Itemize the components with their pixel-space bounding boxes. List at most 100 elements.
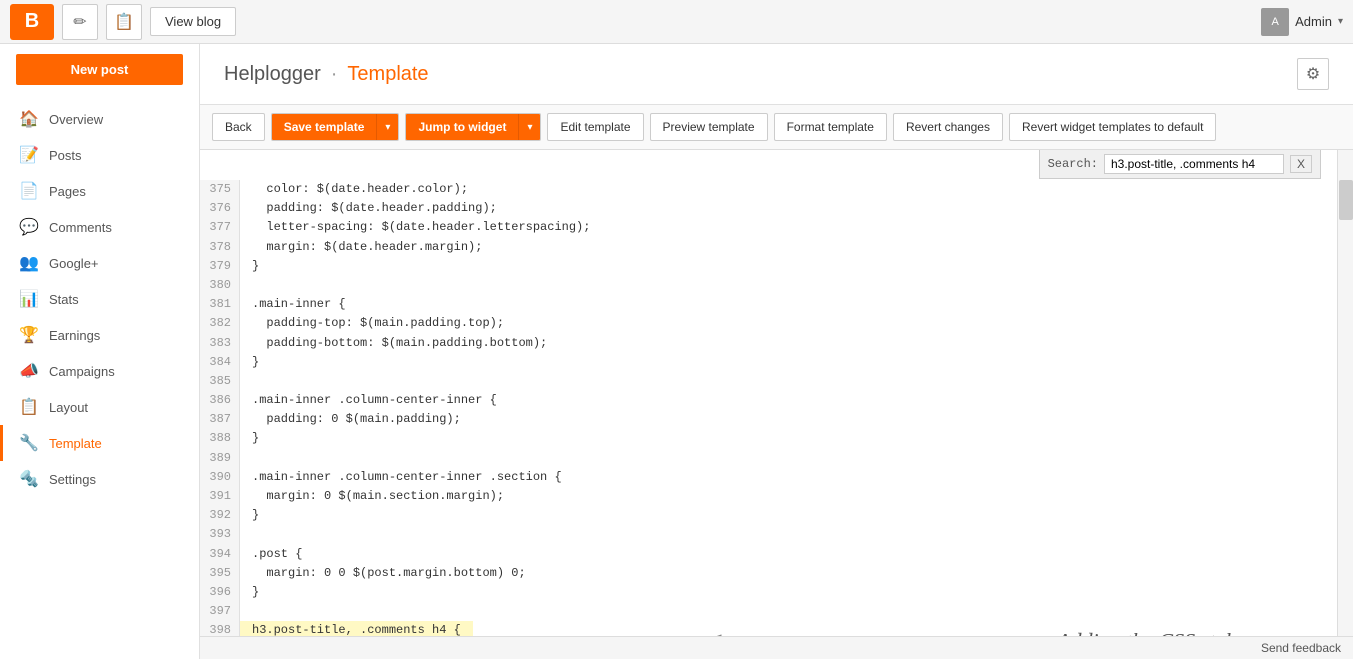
sidebar-item-googleplus[interactable]: 👥 Google+ — [0, 245, 199, 281]
sidebar-item-label: Settings — [49, 472, 96, 487]
sidebar-item-posts[interactable]: 📝 Posts — [0, 137, 199, 173]
table-row: 390.main-inner .column-center-inner .sec… — [200, 468, 1337, 487]
sidebar-item-pages[interactable]: 📄 Pages — [0, 173, 199, 209]
sidebar-item-template[interactable]: 🔧 Template — [0, 425, 199, 461]
table-row: 383 padding-bottom: $(main.padding.botto… — [200, 334, 1337, 353]
edit-template-button[interactable]: Edit template — [547, 113, 643, 141]
jump-widget-button[interactable]: Jump to widget — [406, 114, 518, 140]
gear-button[interactable]: ⚙ — [1297, 58, 1329, 90]
earnings-icon: 🏆 — [19, 325, 39, 345]
sidebar-item-label: Stats — [49, 292, 79, 307]
template-icon: 🔧 — [19, 433, 39, 453]
line-number: 394 — [200, 545, 240, 564]
revert-changes-button[interactable]: Revert changes — [893, 113, 1003, 141]
sidebar-item-comments[interactable]: 💬 Comments — [0, 209, 199, 245]
table-row: 393 — [200, 525, 1337, 544]
line-code — [240, 525, 264, 544]
line-code: padding-bottom: $(main.padding.bottom); — [240, 334, 559, 353]
line-code — [240, 602, 264, 621]
admin-name: Admin — [1295, 14, 1332, 29]
sidebar-item-layout[interactable]: 📋 Layout — [0, 389, 199, 425]
sidebar-item-stats[interactable]: 📊 Stats — [0, 281, 199, 317]
table-row: 385 — [200, 372, 1337, 391]
table-row: 389 — [200, 449, 1337, 468]
blogger-logo[interactable]: B — [10, 4, 54, 40]
googleplus-icon: 👥 — [19, 253, 39, 273]
line-number: 377 — [200, 218, 240, 237]
content-area: Helplogger · Template ⚙ Back Save templa… — [200, 44, 1353, 659]
posts-nav-btn[interactable]: 📋 — [106, 4, 142, 40]
line-number: 383 — [200, 334, 240, 353]
line-code: } — [240, 429, 271, 448]
sidebar-item-label: Posts — [49, 148, 82, 163]
back-button[interactable]: Back — [212, 113, 265, 141]
search-bar: Search: X — [1039, 150, 1321, 179]
search-close-button[interactable]: X — [1290, 155, 1312, 173]
sidebar-item-label: Google+ — [49, 256, 99, 271]
format-template-button[interactable]: Format template — [774, 113, 887, 141]
line-code: margin: 0 0 $(post.margin.bottom) 0; — [240, 564, 538, 583]
sidebar-item-label: Layout — [49, 400, 88, 415]
line-code: .main-inner .column-center-inner { — [240, 391, 509, 410]
search-input[interactable] — [1104, 154, 1284, 174]
jump-widget-dropdown[interactable]: ▾ — [518, 114, 540, 140]
table-row: 395 margin: 0 0 $(post.margin.bottom) 0; — [200, 564, 1337, 583]
sidebar-item-label: Template — [49, 436, 102, 451]
campaigns-icon: 📣 — [19, 361, 39, 381]
save-template-split[interactable]: Save template ▾ — [271, 113, 400, 141]
line-number: 378 — [200, 238, 240, 257]
line-number: 375 — [200, 180, 240, 199]
line-code: } — [240, 257, 271, 276]
table-row: 384} — [200, 353, 1337, 372]
layout-icon: 📋 — [19, 397, 39, 417]
line-number: 388 — [200, 429, 240, 448]
blog-header: Helplogger · Template ⚙ — [200, 44, 1353, 105]
admin-menu[interactable]: A Admin ▾ — [1261, 8, 1343, 36]
save-template-button[interactable]: Save template — [272, 114, 377, 140]
line-code: margin: $(date.header.margin); — [240, 238, 494, 257]
line-number: 396 — [200, 583, 240, 602]
sidebar-item-earnings[interactable]: 🏆 Earnings — [0, 317, 199, 353]
sidebar-item-label: Campaigns — [49, 364, 115, 379]
editor-wrapper: Search: X 375 color: $(date.header.color… — [200, 150, 1353, 636]
line-number: 376 — [200, 199, 240, 218]
table-row: 392} — [200, 506, 1337, 525]
save-template-dropdown[interactable]: ▾ — [376, 114, 398, 140]
table-row: 376 padding: $(date.header.padding); — [200, 199, 1337, 218]
edit-nav-btn[interactable]: ✏ — [62, 4, 98, 40]
sidebar-item-settings[interactable]: 🔩 Settings — [0, 461, 199, 497]
line-code: margin: 0 $(main.section.margin); — [240, 487, 516, 506]
send-feedback-link[interactable]: Send feedback — [1261, 641, 1341, 655]
scrollbar-thumb[interactable] — [1339, 180, 1353, 220]
table-row: 382 padding-top: $(main.padding.top); — [200, 314, 1337, 333]
line-code — [240, 276, 264, 295]
sidebar-item-overview[interactable]: 🏠 Overview — [0, 101, 199, 137]
jump-widget-split[interactable]: Jump to widget ▾ — [405, 113, 541, 141]
revert-widget-button[interactable]: Revert widget templates to default — [1009, 113, 1216, 141]
code-editor[interactable]: Search: X 375 color: $(date.header.color… — [200, 150, 1337, 636]
table-row: 398h3.post-title, .comments h4 { — [200, 621, 1337, 636]
vertical-scrollbar[interactable] — [1337, 150, 1353, 636]
line-code: .main-inner { — [240, 295, 358, 314]
sidebar-item-label: Pages — [49, 184, 86, 199]
code-lines-container: 375 color: $(date.header.color);376 padd… — [200, 150, 1337, 636]
editor-toolbar: Back Save template ▾ Jump to widget ▾ Ed… — [200, 105, 1353, 150]
table-row: 396} — [200, 583, 1337, 602]
main-layout: New post 🏠 Overview 📝 Posts 📄 Pages 💬 Co… — [0, 44, 1353, 659]
admin-avatar: A — [1261, 8, 1289, 36]
sidebar-item-label: Earnings — [49, 328, 100, 343]
line-number: 397 — [200, 602, 240, 621]
new-post-button[interactable]: New post — [16, 54, 183, 85]
table-row: 387 padding: 0 $(main.padding); — [200, 410, 1337, 429]
line-number: 395 — [200, 564, 240, 583]
table-row: 391 margin: 0 $(main.section.margin); — [200, 487, 1337, 506]
view-blog-button[interactable]: View blog — [150, 7, 236, 36]
line-number: 381 — [200, 295, 240, 314]
line-code: letter-spacing: $(date.header.letterspac… — [240, 218, 602, 237]
table-row: 381.main-inner { — [200, 295, 1337, 314]
line-number: 384 — [200, 353, 240, 372]
sidebar-item-campaigns[interactable]: 📣 Campaigns — [0, 353, 199, 389]
blog-name: Helplogger — [224, 63, 321, 86]
stats-icon: 📊 — [19, 289, 39, 309]
preview-template-button[interactable]: Preview template — [650, 113, 768, 141]
